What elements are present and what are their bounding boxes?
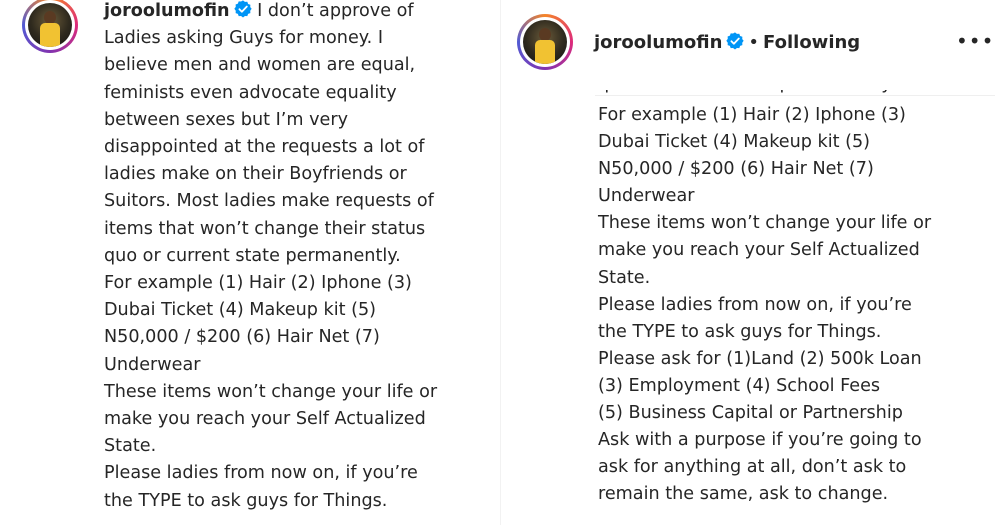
caption-line: Dubai Ticket (4) Makeup kit (5)	[598, 132, 871, 153]
caption-line: Dubai Ticket (4) Makeup kit (5)	[104, 300, 377, 321]
post-header: joroolumofin • Following	[594, 31, 860, 55]
caption-line: quo or current state permanently.	[104, 245, 401, 266]
caption-line: make you reach your Self Actualized	[598, 240, 920, 261]
panel-divider	[490, 0, 500, 525]
verified-badge-icon	[233, 0, 252, 18]
caption-line: Ladies asking Guys for money. I	[104, 28, 384, 49]
caption-line: Please ladies from now on, if you’re	[598, 294, 912, 315]
caption-line: remain the same, ask to change.	[598, 484, 889, 505]
username-link[interactable]: joroolumofin	[104, 1, 230, 21]
caption-line: These items won’t change your life or	[104, 381, 438, 402]
caption-line: Underwear	[104, 354, 201, 375]
caption-line: between sexes but I’m very	[104, 109, 349, 130]
caption-line: (5) Business Capital or Partnership	[598, 403, 903, 424]
caption-line: items that won’t change their status	[104, 218, 426, 239]
avatar-photo	[28, 3, 72, 47]
caption-line: Suitors. Most ladies make requests of	[104, 191, 434, 212]
caption-line: ladies make on their Boyfriends or	[104, 164, 407, 185]
more-options-icon[interactable]: •••	[956, 31, 993, 55]
partial-caption-line: quo or current state permanently.	[598, 90, 928, 98]
post-caption: joroolumofin I don’t approve of Ladies a…	[104, 0, 484, 515]
caption-line: ask for anything at all, don’t ask to	[598, 457, 907, 478]
avatar-photo	[523, 20, 567, 64]
username-link[interactable]: joroolumofin	[594, 32, 722, 53]
caption-line: For example (1) Hair (2) Iphone (3)	[598, 105, 906, 125]
caption-line: Underwear	[598, 186, 695, 207]
profile-avatar[interactable]	[517, 14, 573, 70]
post-caption: For example (1) Hair (2) Iphone (3) Duba…	[598, 102, 988, 508]
caption-line: Ask with a purpose if you’re going to	[598, 430, 922, 451]
caption-line: N50,000 / $200 (6) Hair Net (7)	[104, 327, 380, 348]
caption-line: I don’t approve of	[257, 1, 414, 21]
caption-line: the TYPE to ask guys for Things.	[104, 490, 388, 511]
caption-line: For example (1) Hair (2) Iphone (3)	[104, 273, 412, 294]
caption-line: (3) Employment (4) School Fees	[598, 375, 881, 396]
caption-line: Please ladies from now on, if you’re	[104, 463, 418, 484]
caption-line: State.	[598, 267, 651, 288]
caption-line: Please ask for (1)Land (2) 500k Loan	[598, 348, 922, 369]
caption-line: the TYPE to ask guys for Things.	[598, 321, 882, 342]
caption-line: N50,000 / $200 (6) Hair Net (7)	[598, 159, 874, 180]
separator-dot: •	[748, 32, 760, 53]
caption-line: make you reach your Self Actualized	[104, 409, 426, 430]
verified-badge-icon	[726, 32, 745, 50]
caption-line: disappointed at the requests a lot of	[104, 137, 425, 158]
following-button[interactable]: Following	[763, 32, 860, 53]
caption-line: believe men and women are equal,	[104, 55, 416, 76]
caption-line: State.	[104, 436, 157, 457]
caption-line: These items won’t change your life or	[598, 213, 932, 234]
caption-line: feminists even advocate equality	[104, 82, 397, 103]
